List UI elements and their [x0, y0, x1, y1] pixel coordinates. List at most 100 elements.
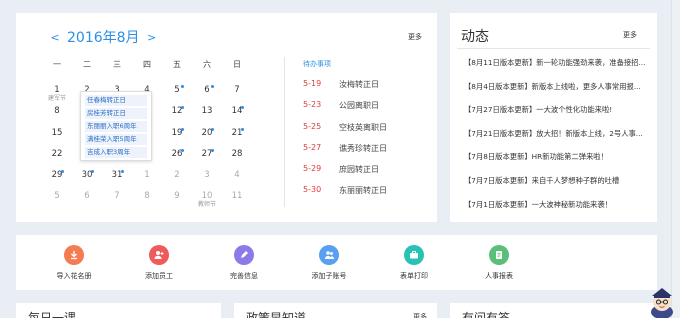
calendar-day[interactable]: 6: [192, 83, 222, 104]
weekday-label: 五: [173, 60, 181, 69]
calendar-day[interactable]: 8: [42, 104, 72, 125]
calendar-day[interactable]: 15: [42, 126, 72, 147]
calendar-day[interactable]: 3: [192, 168, 222, 189]
pending-item[interactable]: 5-23 公园离职日: [303, 100, 387, 121]
popup-event-item[interactable]: 吉成入职3周年: [85, 147, 147, 158]
prev-month-button[interactable]: <: [49, 31, 61, 44]
policy-more-link[interactable]: 更多: [413, 312, 427, 318]
briefcase-icon: [404, 245, 424, 265]
add-subaccount-button[interactable]: 添加子账号: [299, 245, 359, 281]
popup-event-item[interactable]: 房桂芳转正日: [85, 108, 147, 119]
calendar-day[interactable]: 5: [162, 83, 192, 104]
news-item[interactable]: 【8月11日版本更新】新一轮功能强劲来袭，准备接招...: [464, 58, 646, 82]
popup-event-item[interactable]: 任春梅转正日: [85, 95, 147, 106]
calendar-day[interactable]: 14: [222, 104, 252, 125]
policy-card: 政策早知道 更多: [234, 303, 437, 318]
calendar-day[interactable]: 26: [162, 147, 192, 168]
calendar-day[interactable]: 1: [132, 168, 162, 189]
day-events-popup: 任春梅转正日 房桂芳转正日 东丽丽入职6周年 满桂荣入职5周年 吉成入职3周年: [80, 91, 152, 161]
pending-date: 5-25: [303, 121, 322, 131]
news-item[interactable]: 【7月7日版本更新】来自千人梦想种子群的吐槽: [464, 176, 646, 200]
news-more-link[interactable]: 更多: [623, 30, 637, 40]
week-row: 29 30 31 1 2 3 4: [42, 168, 272, 189]
news-item[interactable]: 【7月8日版本更新】HR新功能第二弹来啦！: [464, 152, 646, 176]
pending-item[interactable]: 5-25 空枝英离职日: [303, 122, 387, 143]
quick-label: 添加子账号: [311, 272, 347, 280]
calendar-more-link[interactable]: 更多: [408, 32, 422, 42]
card-title: 有问有答: [462, 311, 511, 318]
import-roster-button[interactable]: 导入花名册: [44, 245, 104, 281]
page-scrollbar[interactable]: [671, 0, 680, 318]
edit-icon: [234, 245, 254, 265]
week-row: 8 9 10 11 12 13 14: [42, 104, 272, 125]
calendar-day[interactable]: 27: [192, 147, 222, 168]
complete-info-button[interactable]: 完善信息: [214, 245, 274, 281]
event-dot: [241, 127, 244, 131]
report-icon: [489, 245, 509, 265]
popup-event-item[interactable]: 东丽丽入职6周年: [85, 121, 147, 132]
calendar-day[interactable]: 6: [72, 189, 102, 210]
quick-label: 完善信息: [230, 272, 258, 280]
pending-text: 东丽丽转正日: [339, 186, 387, 196]
calendar-day[interactable]: 30: [72, 168, 102, 189]
weekday-label: 日: [233, 60, 241, 69]
hr-report-button[interactable]: 人事报表: [469, 245, 529, 281]
week-row: 5 6 7 8 9 10 教师节 11: [42, 189, 272, 210]
quick-label: 表单打印: [400, 272, 428, 280]
calendar-day[interactable]: 5: [42, 189, 72, 210]
news-item[interactable]: 【7月1日版本更新】一大波神秘新功能来袭！: [464, 200, 646, 224]
calendar-day[interactable]: 22: [42, 147, 72, 168]
calendar-day[interactable]: 20: [192, 126, 222, 147]
news-item[interactable]: 【7月21日版本更新】放大招！新版本上线，2号人事...: [464, 129, 646, 153]
calendar-day[interactable]: 10 教师节: [192, 189, 222, 210]
calendar-day[interactable]: 7: [222, 83, 252, 104]
pending-item[interactable]: 5-19 汝梅转正日: [303, 79, 387, 100]
calendar-day[interactable]: 12: [162, 104, 192, 125]
qa-card: 有问有答: [450, 303, 657, 318]
calendar-day[interactable]: 13: [192, 104, 222, 125]
weekday-label: 二: [83, 60, 91, 69]
calendar-day[interactable]: 19: [162, 126, 192, 147]
calendar-day[interactable]: 11: [222, 189, 252, 210]
news-item[interactable]: 【7月27日版本更新】一大波个性化功能来啦!: [464, 105, 646, 129]
pending-date: 5-19: [303, 79, 322, 88]
popup-event-item[interactable]: 满桂荣入职5周年: [85, 134, 147, 145]
add-employee-button[interactable]: 添加员工: [129, 245, 189, 281]
pending-date: 5-27: [303, 142, 322, 152]
pending-list: 5-19 汝梅转正日 5-23 公园离职日 5-25 空枝英离职日 5-27 谯秀珍转正…: [303, 79, 387, 207]
quick-label: 人事报表: [485, 272, 513, 280]
pending-text: 汝梅转正日: [339, 80, 379, 89]
calendar-day[interactable]: 8: [132, 189, 162, 210]
calendar-month-title: 2016年8月: [67, 30, 140, 46]
pending-item[interactable]: 5-29 庶园转正日: [303, 164, 387, 185]
divider: [284, 57, 285, 207]
calendar-day[interactable]: 31: [102, 168, 132, 189]
daily-lesson-card: 每日一课: [16, 303, 221, 318]
next-month-button[interactable]: >: [146, 31, 158, 44]
pending-title[interactable]: 待办事项: [303, 59, 331, 69]
calendar-day[interactable]: 28: [222, 147, 252, 168]
calendar-day[interactable]: 9: [162, 189, 192, 210]
calendar-day[interactable]: 4: [222, 168, 252, 189]
calendar-day[interactable]: 2: [162, 168, 192, 189]
pending-date: 5-29: [303, 164, 322, 174]
pending-item[interactable]: 5-30 东丽丽转正日: [303, 185, 387, 206]
calendar-day[interactable]: 7: [102, 189, 132, 210]
calendar-day[interactable]: 1 建军节: [42, 83, 72, 104]
add-user-icon: [149, 245, 169, 265]
event-dot: [61, 170, 64, 174]
calendar-day[interactable]: 21: [222, 126, 252, 147]
form-print-button[interactable]: 表单打印: [384, 245, 444, 281]
weekday-label: 一: [53, 60, 61, 69]
calendar-day[interactable]: 29: [42, 168, 72, 189]
divider: [457, 48, 650, 49]
pending-item[interactable]: 5-27 谯秀珍转正日: [303, 143, 387, 164]
import-roster-icon: [64, 245, 84, 265]
event-dot: [241, 106, 244, 110]
event-dot: [211, 127, 214, 131]
weekday-label: 四: [143, 60, 151, 69]
mascot-avatar-icon[interactable]: [648, 284, 676, 318]
card-title: 每日一课: [28, 311, 77, 318]
news-item[interactable]: 【8月4日版本更新】新版本上线啦，更多人事常用报...: [464, 82, 646, 106]
weekday-row: 一 二 三 四 五 六 日: [42, 59, 272, 71]
